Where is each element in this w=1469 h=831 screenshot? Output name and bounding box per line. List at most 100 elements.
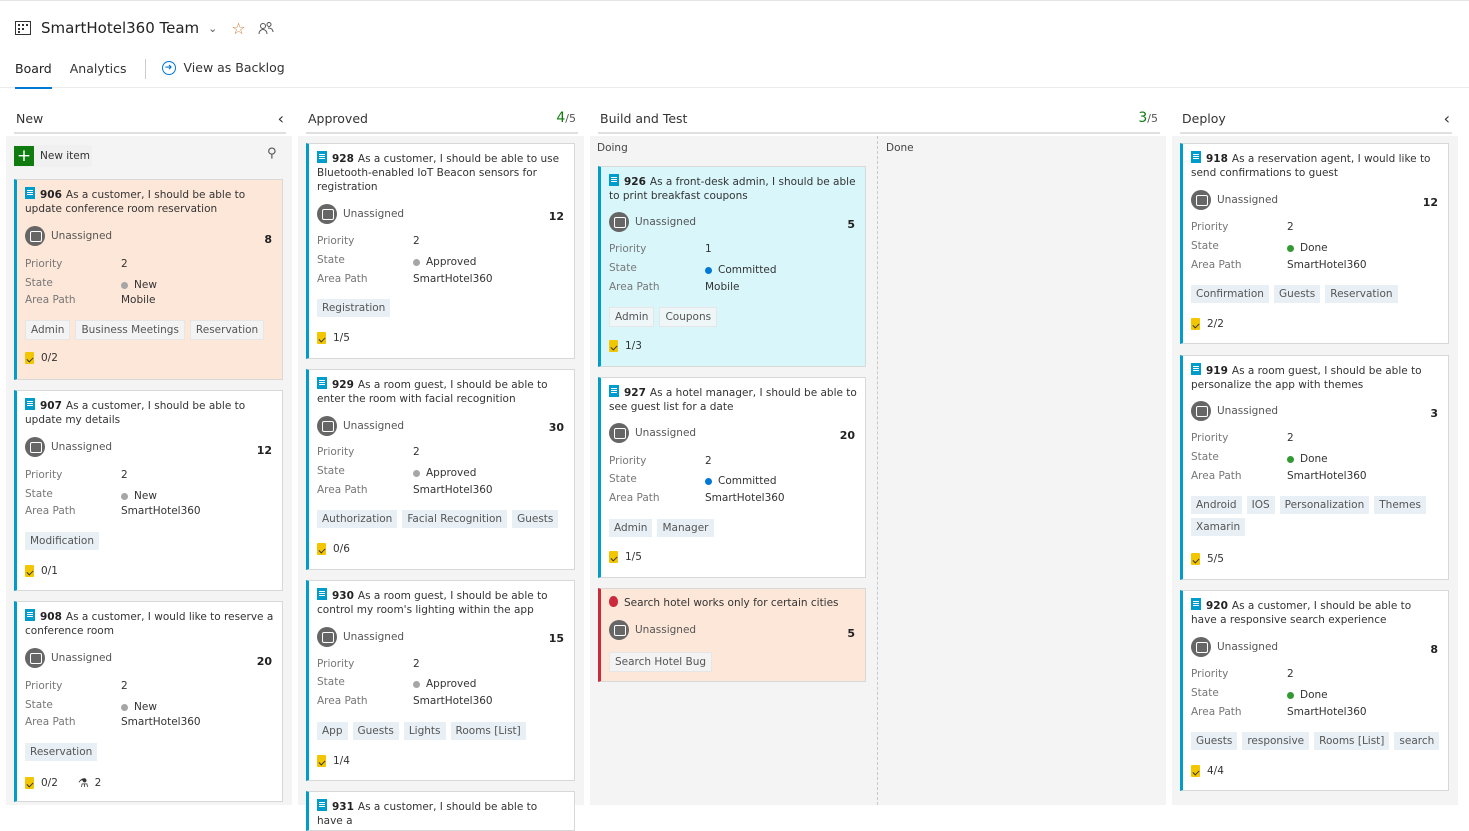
card-bug[interactable]: Search hotel works only for certain citi… bbox=[598, 588, 866, 682]
tag[interactable]: Reservation bbox=[25, 743, 97, 761]
card-title[interactable]: 906As a customer, I should be able to up… bbox=[25, 187, 274, 216]
team-icon[interactable] bbox=[258, 21, 274, 35]
state-value[interactable]: Done bbox=[1287, 689, 1328, 701]
area-value[interactable]: SmartHotel360 bbox=[705, 492, 785, 504]
collapse-icon[interactable]: ‹ bbox=[1444, 109, 1450, 128]
area-value[interactable]: SmartHotel360 bbox=[1287, 706, 1367, 718]
tag[interactable]: search bbox=[1394, 732, 1439, 750]
assignee[interactable]: Unassigned bbox=[1191, 637, 1278, 657]
card-title[interactable]: 927As a hotel manager, I should be able … bbox=[609, 385, 857, 414]
tag[interactable]: App bbox=[317, 722, 348, 740]
tag[interactable]: Business Meetings bbox=[75, 320, 184, 340]
story-points[interactable]: 12 bbox=[549, 210, 564, 223]
tag[interactable]: Guests bbox=[1191, 732, 1237, 750]
tag[interactable]: Rooms [List] bbox=[451, 722, 526, 740]
priority-value[interactable]: 1 bbox=[705, 243, 712, 255]
area-value[interactable]: SmartHotel360 bbox=[413, 484, 493, 496]
tag[interactable]: IOS bbox=[1247, 496, 1275, 514]
area-value[interactable]: SmartHotel360 bbox=[121, 505, 201, 517]
priority-value[interactable]: 2 bbox=[121, 469, 128, 481]
tab-board[interactable]: Board bbox=[15, 59, 52, 89]
tag[interactable]: Confirmation bbox=[1191, 285, 1269, 303]
state-value[interactable]: Approved bbox=[413, 678, 476, 690]
tag[interactable]: Coupons bbox=[659, 307, 717, 327]
tag[interactable]: responsive bbox=[1242, 732, 1309, 750]
tag[interactable]: Lights bbox=[404, 722, 446, 740]
state-value[interactable]: New bbox=[121, 490, 157, 502]
state-value[interactable]: Committed bbox=[705, 475, 777, 487]
card-title[interactable]: 908As a customer, I would like to reserv… bbox=[25, 609, 274, 638]
task-progress[interactable]: 0/2⚗2 bbox=[25, 776, 101, 790]
story-points[interactable]: 12 bbox=[257, 444, 272, 457]
card-title[interactable]: 930As a room guest, I should be able to … bbox=[317, 588, 566, 617]
tag[interactable]: Android bbox=[1191, 496, 1242, 514]
card-928[interactable]: 928As a customer, I should be able to us… bbox=[306, 143, 575, 359]
card-907[interactable]: 907As a customer, I should be able to up… bbox=[14, 390, 283, 591]
priority-value[interactable]: 2 bbox=[1287, 221, 1294, 233]
tag[interactable]: Reservation bbox=[1325, 285, 1397, 303]
state-value[interactable]: Approved bbox=[413, 467, 476, 479]
search-icon[interactable]: ⚲ bbox=[267, 146, 277, 161]
area-value[interactable]: SmartHotel360 bbox=[413, 273, 493, 285]
assignee[interactable]: Unassigned bbox=[25, 437, 112, 457]
area-value[interactable]: SmartHotel360 bbox=[1287, 470, 1367, 482]
task-progress[interactable]: 1/4 bbox=[317, 755, 350, 767]
area-value[interactable]: SmartHotel360 bbox=[413, 695, 493, 707]
tag[interactable]: Personalization bbox=[1280, 496, 1370, 514]
assignee[interactable]: Unassigned bbox=[609, 212, 696, 232]
assignee[interactable]: Unassigned bbox=[317, 416, 404, 436]
card-title[interactable]: 926As a front-desk admin, I should be ab… bbox=[609, 174, 857, 203]
state-value[interactable]: Done bbox=[1287, 453, 1328, 465]
priority-value[interactable]: 2 bbox=[121, 258, 128, 270]
card-title[interactable]: 918As a reservation agent, I would like … bbox=[1191, 151, 1440, 180]
assignee[interactable]: Unassigned bbox=[317, 627, 404, 647]
priority-value[interactable]: 2 bbox=[1287, 668, 1294, 680]
story-points[interactable]: 5 bbox=[847, 627, 855, 640]
task-progress[interactable]: 1/5 bbox=[317, 332, 350, 344]
card-931[interactable]: 931As a customer, I should be able to ha… bbox=[306, 791, 575, 831]
task-progress[interactable]: 0/6 bbox=[317, 543, 350, 555]
tag[interactable]: Guests bbox=[353, 722, 399, 740]
tab-analytics[interactable]: Analytics bbox=[70, 59, 127, 89]
story-points[interactable]: 15 bbox=[549, 632, 564, 645]
tag[interactable]: Authorization bbox=[317, 510, 397, 528]
state-value[interactable]: Done bbox=[1287, 242, 1328, 254]
tag[interactable]: Xamarin bbox=[1191, 518, 1245, 536]
team-name[interactable]: SmartHotel360 Team bbox=[41, 19, 199, 37]
task-progress[interactable]: 5/5 bbox=[1191, 553, 1224, 565]
card-927[interactable]: 927As a hotel manager, I should be able … bbox=[598, 377, 866, 578]
card-930[interactable]: 930As a room guest, I should be able to … bbox=[306, 580, 575, 781]
star-icon[interactable]: ☆ bbox=[231, 19, 245, 38]
card-title[interactable]: 907As a customer, I should be able to up… bbox=[25, 398, 274, 427]
tag[interactable]: Rooms [List] bbox=[1314, 732, 1389, 750]
assignee[interactable]: Unassigned bbox=[25, 648, 112, 668]
priority-value[interactable]: 2 bbox=[413, 658, 420, 670]
card-920[interactable]: 920As a customer, I should be able to ha… bbox=[1180, 590, 1449, 791]
tag[interactable]: Guests bbox=[512, 510, 558, 528]
story-points[interactable]: 20 bbox=[257, 655, 272, 668]
story-points[interactable]: 12 bbox=[1423, 196, 1438, 209]
story-points[interactable]: 30 bbox=[549, 421, 564, 434]
new-item-button[interactable]: + New item bbox=[14, 145, 92, 167]
assignee[interactable]: Unassigned bbox=[1191, 190, 1278, 210]
task-progress[interactable]: 0/1 bbox=[25, 565, 58, 577]
state-value[interactable]: New bbox=[121, 279, 157, 291]
view-as-backlog-link[interactable]: ➜ View as Backlog bbox=[162, 59, 285, 75]
tag[interactable]: Modification bbox=[25, 532, 99, 550]
priority-value[interactable]: 2 bbox=[413, 446, 420, 458]
assignee[interactable]: Unassigned bbox=[25, 226, 112, 246]
tag[interactable]: Themes bbox=[1374, 496, 1426, 514]
task-progress[interactable]: 0/2 bbox=[25, 352, 58, 364]
state-value[interactable]: Approved bbox=[413, 256, 476, 268]
card-title[interactable]: 920As a customer, I should be able to ha… bbox=[1191, 598, 1440, 627]
tag[interactable]: Search Hotel Bug bbox=[609, 652, 712, 672]
assignee[interactable]: Unassigned bbox=[609, 620, 696, 640]
collapse-icon[interactable]: ‹ bbox=[278, 109, 284, 128]
area-value[interactable]: SmartHotel360 bbox=[121, 716, 201, 728]
card-908[interactable]: 908As a customer, I would like to reserv… bbox=[14, 601, 283, 802]
card-918[interactable]: 918As a reservation agent, I would like … bbox=[1180, 143, 1449, 344]
state-value[interactable]: New bbox=[121, 701, 157, 713]
tag[interactable]: Guests bbox=[1274, 285, 1320, 303]
story-points[interactable]: 5 bbox=[847, 218, 855, 231]
story-points[interactable]: 20 bbox=[840, 429, 855, 442]
